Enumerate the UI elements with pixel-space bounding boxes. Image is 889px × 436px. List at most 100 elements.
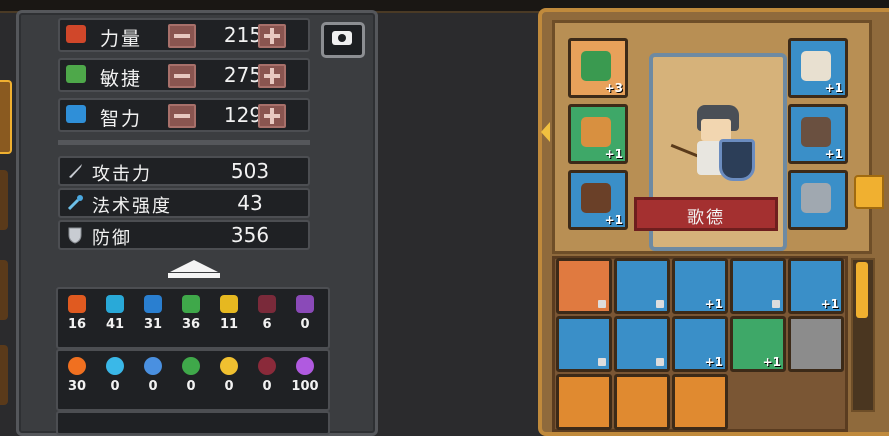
- equipment-slot[interactable]: [672, 374, 728, 430]
- equipment-slot[interactable]: +1: [672, 316, 728, 372]
- attribute-row-agility: 敏捷 275: [58, 58, 310, 92]
- equipment-slot[interactable]: [614, 258, 670, 314]
- sword-icon: [69, 164, 82, 178]
- character-name-banner: 歌德: [634, 197, 778, 231]
- shield-icon: [68, 227, 82, 244]
- resistance-item: 36: [176, 295, 206, 332]
- equipment-slot[interactable]: +1: [788, 38, 848, 98]
- upgrade-level: +1: [762, 355, 781, 369]
- leather-boots-icon: [627, 329, 657, 359]
- upgrade-level: +3: [604, 81, 623, 95]
- orange-potion-icon: [627, 387, 657, 417]
- equipment-slot[interactable]: [730, 258, 786, 314]
- equipment-slot[interactable]: [788, 316, 844, 372]
- decrease-agility-button[interactable]: [168, 64, 196, 88]
- left-panel-tab[interactable]: [0, 80, 12, 154]
- collapse-button[interactable]: [166, 260, 220, 280]
- arcane-shield-icon: [296, 295, 314, 313]
- green-potion-icon: [569, 387, 599, 417]
- character-name: 歌德: [687, 208, 725, 228]
- divider: [58, 140, 310, 145]
- equipment-slot[interactable]: [788, 170, 848, 230]
- decrease-intelligence-button[interactable]: [168, 104, 196, 128]
- lock-icon: [656, 300, 664, 308]
- dagger-icon: [627, 271, 657, 301]
- left-panel-tab-4[interactable]: [0, 345, 8, 405]
- stat-label: 攻击力: [92, 164, 152, 185]
- left-panel-tab-2[interactable]: [0, 170, 8, 230]
- ice-crystal-icon: [106, 357, 124, 375]
- lock-icon: [656, 358, 664, 366]
- equipment-slot[interactable]: +1: [730, 316, 786, 372]
- poison-shield-icon: [182, 295, 200, 313]
- spear-icon: [743, 271, 773, 301]
- hero-sprite: [670, 105, 755, 185]
- lock-icon: [598, 358, 606, 366]
- crescent-moon-icon: [258, 357, 276, 375]
- attribute-label: 智力: [100, 108, 143, 130]
- resistance-item: 30: [62, 357, 92, 394]
- equipment-slot[interactable]: [556, 374, 612, 430]
- equipment-slot[interactable]: +1: [788, 104, 848, 164]
- increase-agility-button[interactable]: [258, 64, 286, 88]
- resistance-value: 100: [291, 379, 319, 394]
- lightning-icon: [144, 357, 162, 375]
- resistance-value: 31: [143, 317, 163, 332]
- fire-shield-icon: [68, 295, 86, 313]
- stat-label: 法术强度: [92, 196, 172, 217]
- resistance-value: 11: [219, 317, 239, 332]
- resistance-item: 0: [214, 357, 244, 394]
- equipment-slot[interactable]: +3: [568, 38, 628, 98]
- equipment-slot[interactable]: [556, 258, 612, 314]
- equipment-slot[interactable]: +1: [568, 170, 628, 230]
- resistance-value: 0: [262, 379, 272, 394]
- attribute-label: 敏捷: [100, 68, 143, 90]
- increase-intelligence-button[interactable]: [258, 104, 286, 128]
- stat-label: 防御: [92, 228, 132, 249]
- upgrade-level: +1: [604, 147, 623, 161]
- resistance-value: 6: [262, 317, 272, 332]
- equipment-slot[interactable]: +1: [568, 104, 628, 164]
- resistance-item: 0: [176, 357, 206, 394]
- equipment-slot[interactable]: [556, 316, 612, 372]
- resistance-item: 31: [138, 295, 168, 332]
- stat-value: 43: [237, 191, 263, 215]
- resistance-value: 0: [186, 379, 196, 394]
- resistance-item: 41: [100, 295, 130, 332]
- resistance-value: 41: [105, 317, 125, 332]
- inventory-scroll-thumb[interactable]: [856, 262, 868, 318]
- decrease-strength-button[interactable]: [168, 24, 196, 48]
- ice-shield-icon: [106, 295, 124, 313]
- magic-wand-icon: [67, 195, 83, 211]
- light-shield-icon: [220, 295, 238, 313]
- resistance-item: 0: [138, 357, 168, 394]
- intelligence-book-icon: [66, 105, 86, 123]
- equipment-slot[interactable]: +1: [788, 258, 844, 314]
- amber-potion-icon: [685, 387, 715, 417]
- equipment-slot[interactable]: [614, 316, 670, 372]
- resistance-value: 16: [67, 317, 87, 332]
- left-panel-tab-3[interactable]: [0, 260, 8, 320]
- lock-icon: [598, 300, 606, 308]
- strength-fist-icon: [66, 25, 86, 43]
- left-arrow-icon[interactable]: [541, 122, 550, 142]
- equipment-slot[interactable]: [614, 374, 670, 430]
- upgrade-level: +1: [704, 355, 723, 369]
- sun-icon: [220, 357, 238, 375]
- upgrade-level: +1: [824, 147, 843, 161]
- upgrade-level: +1: [824, 81, 843, 95]
- resistance-item: 100: [290, 357, 320, 394]
- empty-slot-icon: [801, 329, 831, 359]
- resistance-item: 11: [214, 295, 244, 332]
- sword-weapon-icon: [801, 183, 831, 213]
- resistance-value: 0: [148, 379, 158, 394]
- equipment-side-tab[interactable]: [854, 175, 884, 209]
- helmet-icon: [569, 329, 599, 359]
- chest-armor-icon: [569, 271, 599, 301]
- screenshot-button[interactable]: [321, 22, 365, 58]
- resistance-value: 36: [181, 317, 201, 332]
- increase-strength-button[interactable]: [258, 24, 286, 48]
- hero-face: [701, 119, 731, 141]
- boots-icon: [581, 183, 611, 213]
- equipment-slot[interactable]: +1: [672, 258, 728, 314]
